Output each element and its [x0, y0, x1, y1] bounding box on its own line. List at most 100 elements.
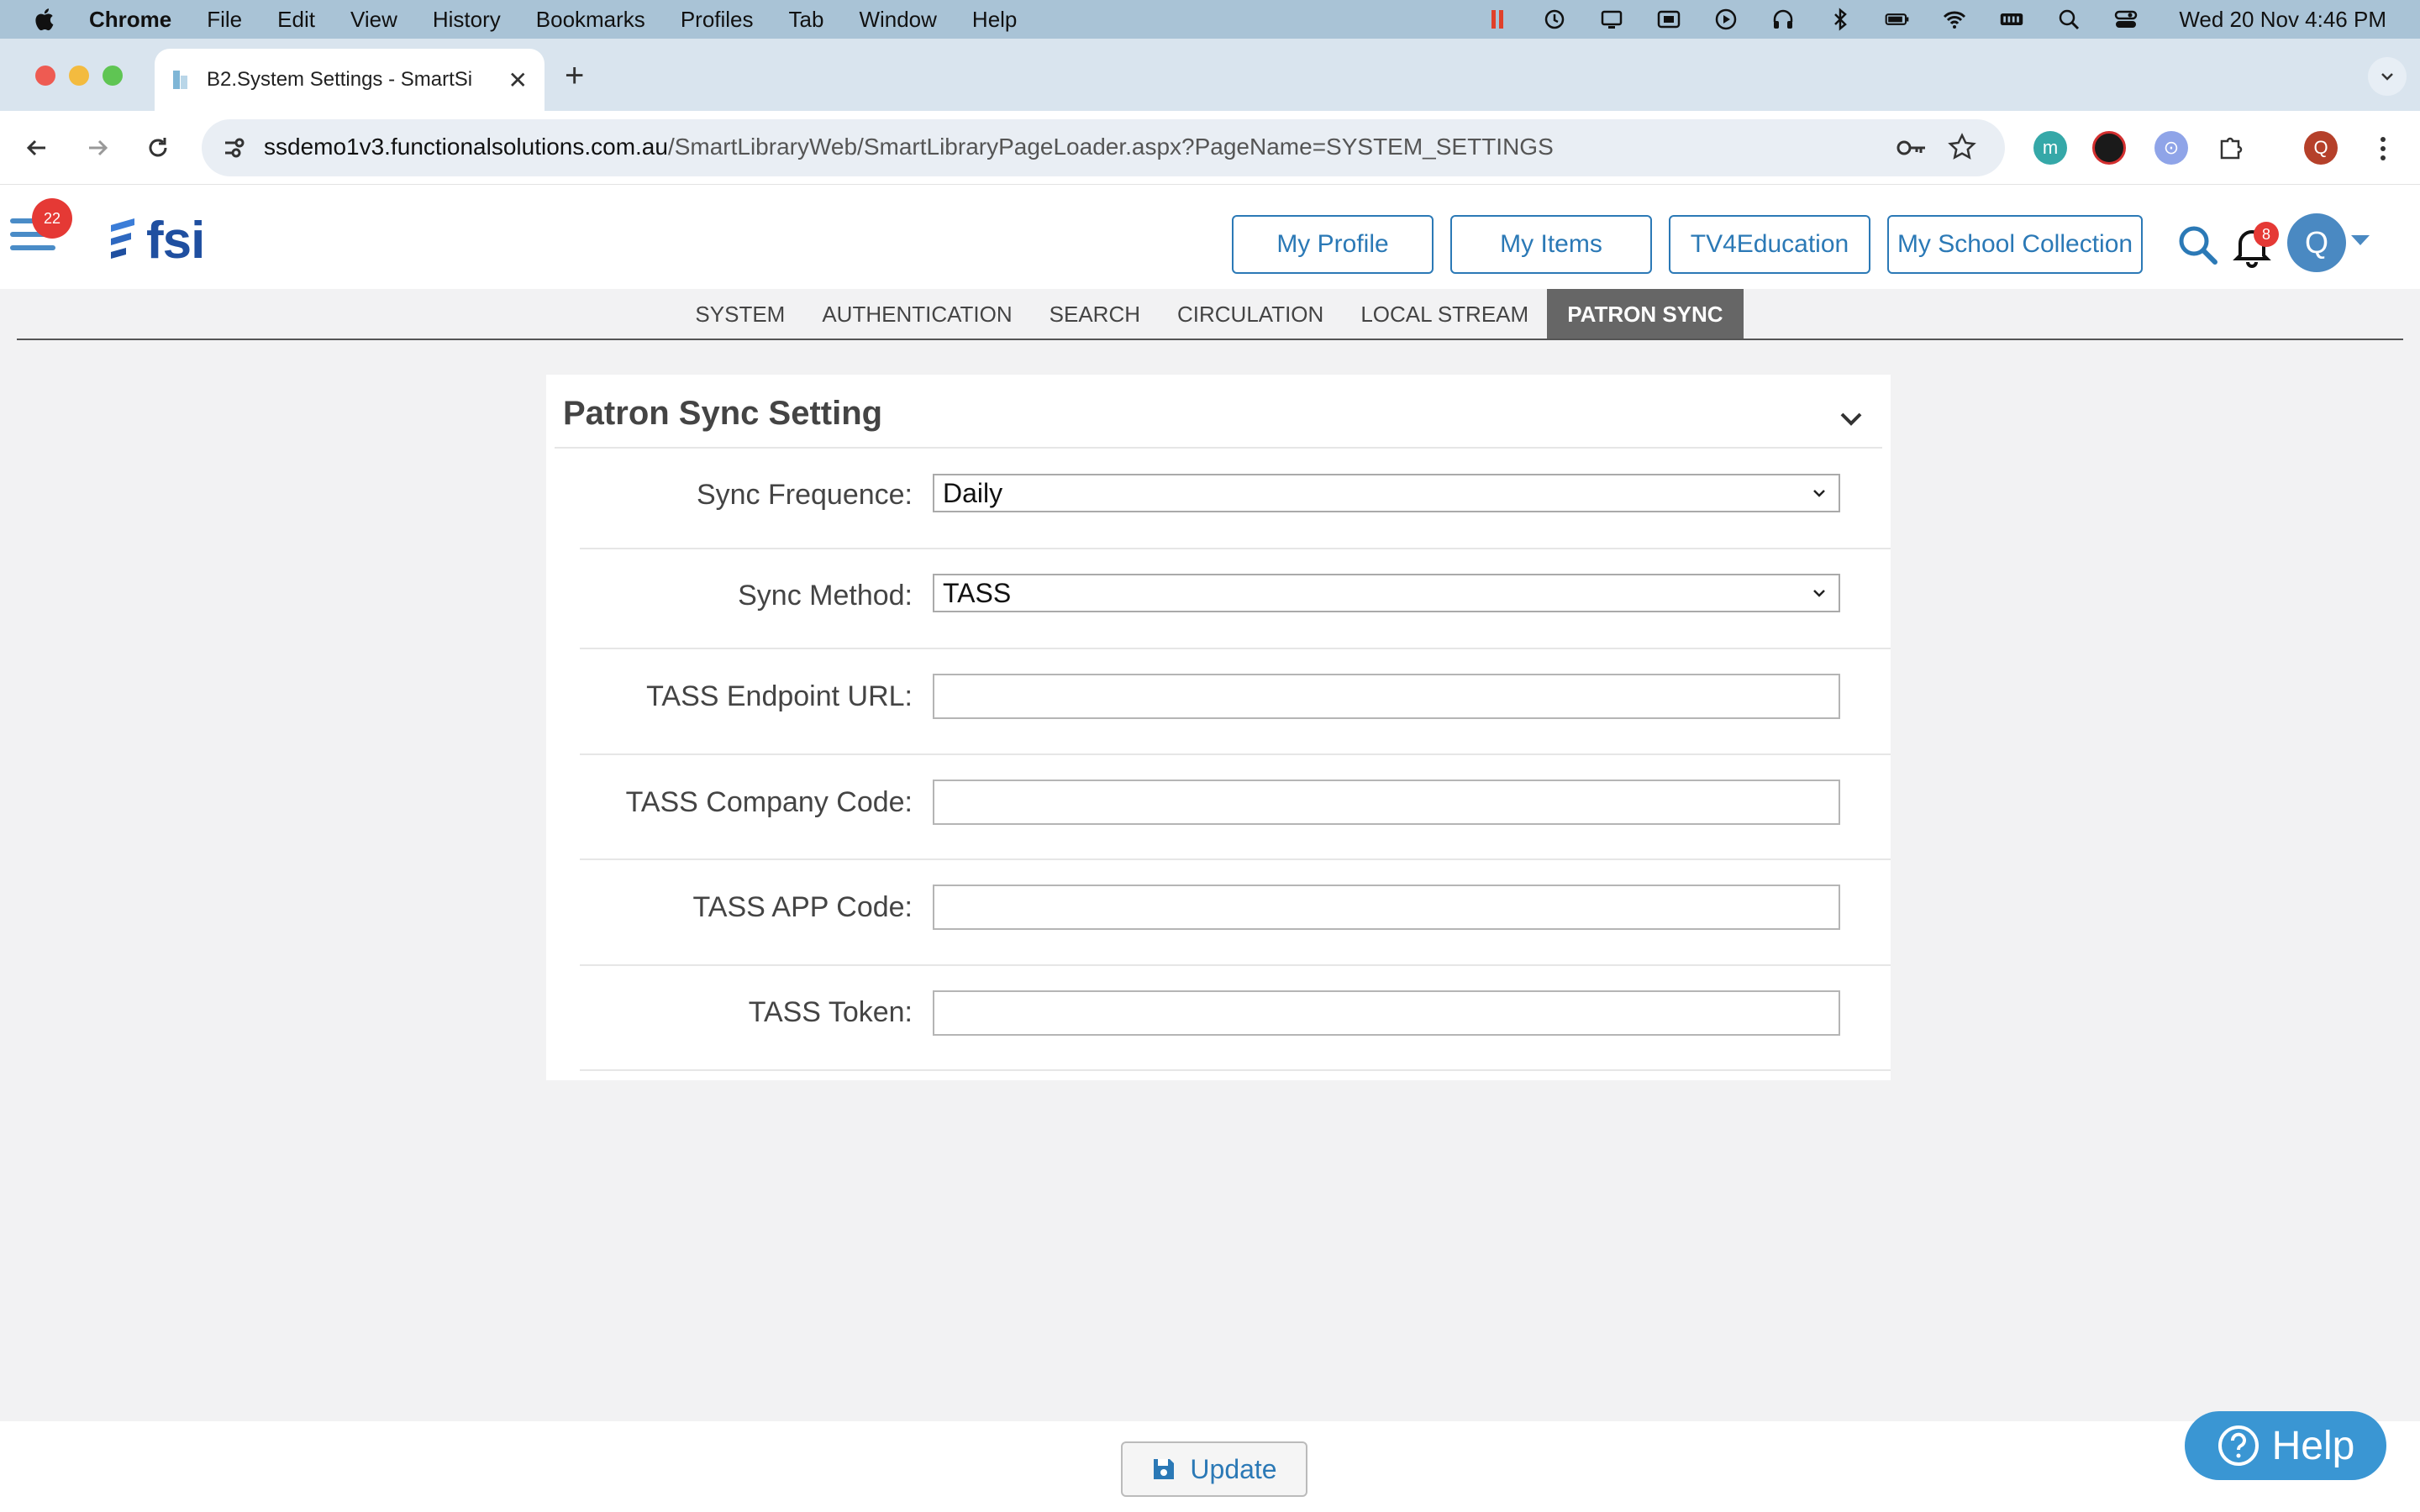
tass-token-label: TASS Token: [748, 996, 913, 1028]
battery-icon[interactable] [1885, 7, 1910, 32]
my-items-button[interactable]: My Items [1450, 215, 1652, 274]
patron-sync-panel: Patron Sync Setting Sync Frequence: Dail… [546, 375, 1891, 1080]
my-profile-button[interactable]: My Profile [1232, 215, 1434, 274]
sync-frequence-select[interactable]: Daily [933, 474, 1840, 512]
my-school-collection-button[interactable]: My School Collection [1887, 215, 2143, 274]
tass-company-code-input[interactable] [933, 780, 1840, 825]
arrow-right-icon [89, 139, 108, 156]
kebab-menu-icon[interactable] [2373, 134, 2393, 163]
new-tab-button[interactable]: + [565, 57, 584, 95]
tass-company-code-label: TASS Company Code: [625, 786, 913, 818]
tab-circulation[interactable]: CIRCULATION [1159, 289, 1342, 339]
tab-authentication[interactable]: AUTHENTICATION [803, 289, 1030, 339]
menu-edit[interactable]: Edit [277, 7, 315, 33]
address-bar[interactable]: ssdemo1v3.functionalsolutions.com.au/Sma… [202, 119, 2005, 176]
play-icon[interactable] [1713, 7, 1739, 32]
menu-bookmarks[interactable]: Bookmarks [536, 7, 645, 33]
reload-icon [149, 138, 167, 157]
user-avatar[interactable]: Q [2287, 213, 2346, 272]
menu-profiles[interactable]: Profiles [681, 7, 754, 33]
caret-down-icon[interactable] [2351, 235, 2370, 245]
extension-record-icon[interactable] [2092, 131, 2126, 165]
tab-search-button[interactable] [2368, 57, 2407, 96]
screen-mirroring-icon[interactable] [1656, 7, 1681, 32]
row-divider [580, 648, 1891, 649]
help-button[interactable]: Help [2185, 1411, 2386, 1480]
control-center-icon[interactable] [2113, 7, 2139, 32]
time-machine-icon[interactable] [1542, 7, 1567, 32]
menubar-clock[interactable]: Wed 20 Nov 4:46 PM [2179, 7, 2386, 33]
macos-menubar: Chrome File Edit View History Bookmarks … [0, 0, 2420, 39]
apple-icon[interactable] [32, 6, 59, 33]
tv4education-button[interactable]: TV4Education [1669, 215, 1870, 274]
chevron-down-icon [2381, 73, 2393, 81]
url-host: ssdemo1v3.functionalsolutions.com.au [264, 134, 668, 160]
menu-history[interactable]: History [433, 7, 501, 33]
sync-method-value: TASS [943, 577, 1012, 608]
fsi-logo[interactable]: fsi [106, 211, 205, 270]
window-zoom-button[interactable] [103, 66, 123, 86]
menu-window[interactable]: Window [859, 7, 936, 33]
back-button[interactable] [15, 126, 59, 170]
menu-notification-badge: 22 [32, 198, 72, 239]
sync-frequence-value: Daily [943, 477, 1003, 508]
tass-app-code-label: TASS APP Code: [692, 891, 913, 923]
notification-badge: 8 [2254, 222, 2279, 247]
sync-method-select[interactable]: TASS [933, 574, 1840, 612]
sync-method-label: Sync Method: [738, 580, 913, 612]
tass-app-code-input[interactable] [933, 885, 1840, 930]
site-settings-icon[interactable] [220, 134, 247, 161]
panel-title: Patron Sync Setting [563, 395, 883, 432]
settings-tab-bar: SYSTEM AUTHENTICATION SEARCH CIRCULATION… [0, 289, 2420, 339]
extension-search-icon[interactable]: ⊙ [2154, 131, 2188, 165]
tab-divider [17, 339, 2403, 340]
fsi-logo-mark-icon [111, 218, 134, 259]
row-divider [580, 753, 1891, 755]
question-circle-icon [2217, 1425, 2259, 1466]
search-icon[interactable] [2175, 222, 2222, 269]
tab-close-icon[interactable]: ✕ [508, 66, 528, 94]
keyboard-icon[interactable] [1999, 7, 2024, 32]
chevron-down-icon [1813, 490, 1825, 497]
headphones-icon[interactable] [1770, 7, 1796, 32]
menu-app-name[interactable]: Chrome [89, 7, 171, 33]
bluetooth-icon[interactable] [1828, 7, 1853, 32]
spotlight-icon[interactable] [2056, 7, 2081, 32]
extension-m-icon[interactable]: m [2033, 131, 2067, 165]
update-button[interactable]: Update [1121, 1441, 1307, 1497]
tass-endpoint-url-input[interactable] [933, 674, 1840, 719]
tab-local-stream[interactable]: LOCAL STREAM [1342, 289, 1547, 339]
tass-token-input[interactable] [933, 990, 1840, 1036]
extensions-puzzle-icon[interactable] [2215, 133, 2245, 163]
window-minimize-button[interactable] [69, 66, 89, 86]
row-divider [580, 548, 1891, 549]
app-header: 22 fsi My Profile My Items TV4Education … [0, 185, 2420, 289]
profile-avatar-icon[interactable]: Q [2304, 131, 2338, 165]
menu-view[interactable]: View [350, 7, 397, 33]
url-path: /SmartLibraryWeb/SmartLibraryPageLoader.… [667, 134, 1554, 160]
logo-text: fsi [146, 211, 205, 270]
sync-frequence-label: Sync Frequence: [696, 479, 913, 511]
page-favicon-icon [173, 71, 187, 89]
help-button-label: Help [2271, 1423, 2355, 1468]
tass-endpoint-url-label: TASS Endpoint URL: [646, 680, 913, 712]
reload-button[interactable] [136, 126, 180, 170]
collapse-chevron-icon[interactable] [1837, 405, 1865, 433]
url-text[interactable]: ssdemo1v3.functionalsolutions.com.au/Sma… [264, 134, 1554, 160]
menu-tab[interactable]: Tab [789, 7, 824, 33]
recording-icon[interactable] [1485, 7, 1510, 32]
tab-system[interactable]: SYSTEM [676, 289, 803, 339]
tab-search[interactable]: SEARCH [1031, 289, 1159, 339]
forward-button[interactable] [76, 126, 119, 170]
chevron-down-icon [1813, 590, 1825, 597]
window-close-button[interactable] [35, 66, 55, 86]
bookmark-star-icon[interactable] [1948, 133, 1976, 161]
update-button-label: Update [1190, 1453, 1277, 1484]
menu-file[interactable]: File [207, 7, 242, 33]
password-key-icon[interactable] [1896, 134, 1928, 161]
menu-help[interactable]: Help [972, 7, 1017, 33]
wifi-icon[interactable] [1942, 7, 1967, 32]
tab-patron-sync[interactable]: PATRON SYNC [1547, 289, 1744, 339]
display-icon[interactable] [1599, 7, 1624, 32]
browser-tab-active[interactable]: B2.System Settings - SmartSi ✕ [155, 49, 544, 111]
